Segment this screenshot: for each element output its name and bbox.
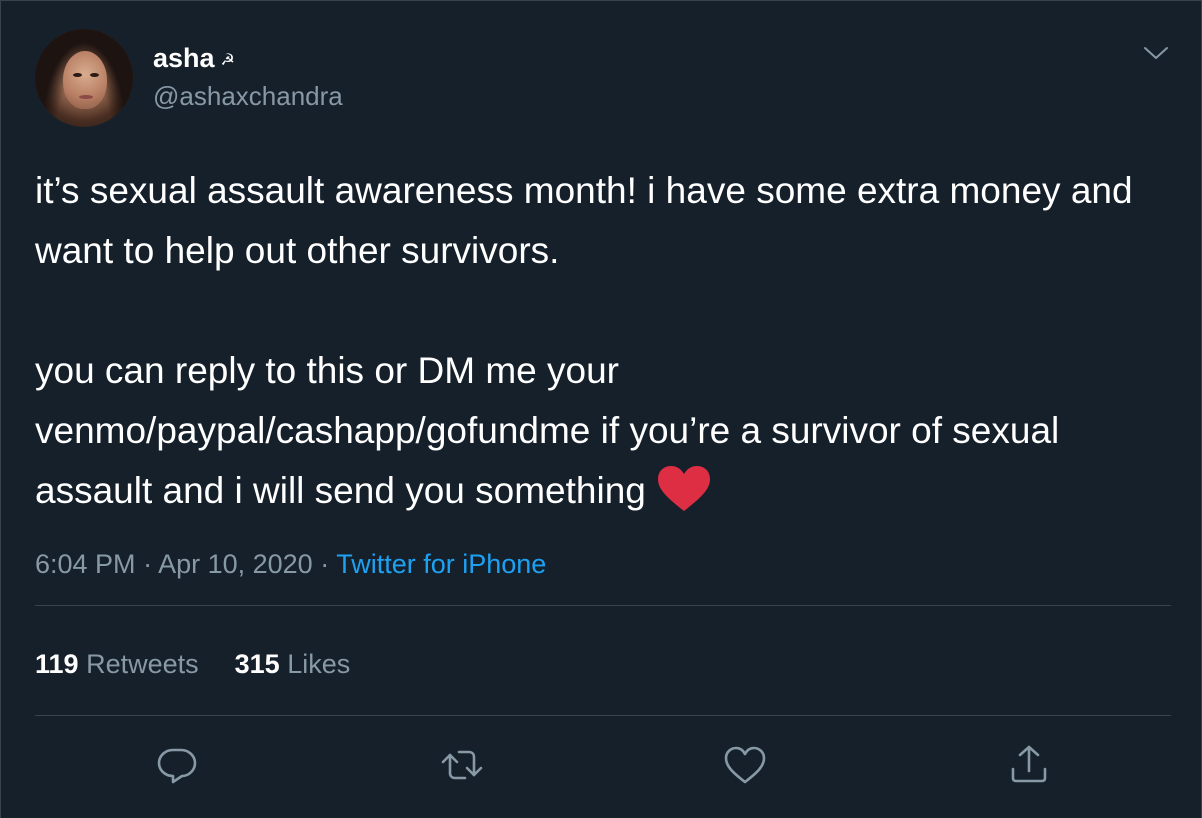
avatar-mouth [79, 95, 93, 99]
retweet-icon [441, 750, 483, 780]
tweet-meta: 6:04 PM · Apr 10, 2020 · Twitter for iPh… [35, 549, 546, 580]
divider [35, 605, 1171, 606]
avatar-face [63, 51, 107, 109]
tweet-source-link[interactable]: Twitter for iPhone [336, 549, 546, 579]
tweet-date[interactable]: Apr 10, 2020 [158, 549, 313, 579]
tweet-body: it’s sexual assault awareness month! i h… [35, 170, 1133, 511]
tweet-actions [1, 741, 1201, 795]
avatar[interactable] [35, 29, 133, 127]
display-name-text: asha [153, 43, 215, 73]
retweets-stat[interactable]: 119 Retweets [35, 649, 199, 680]
chevron-down-icon[interactable] [1141, 41, 1171, 65]
likes-label: Likes [287, 649, 351, 679]
divider [35, 715, 1171, 716]
tweet-card: asha ☭ @ashaxchandra it’s sexual assault … [0, 0, 1202, 818]
tweet-header: asha ☭ @ashaxchandra [1, 1, 1201, 141]
red-heart-emoji-icon [656, 465, 712, 513]
like-button[interactable] [721, 741, 769, 789]
tweet-stats: 119 Retweets 315 Likes [35, 649, 386, 680]
meta-separator: · [135, 549, 159, 579]
reply-icon [157, 748, 197, 784]
avatar-eye-right [90, 73, 99, 77]
retweet-button[interactable] [438, 741, 486, 789]
retweets-count: 119 [35, 649, 79, 679]
tweet-time[interactable]: 6:04 PM [35, 549, 136, 579]
tweet-text: it’s sexual assault awareness month! i h… [35, 161, 1165, 521]
reply-button[interactable] [153, 741, 201, 789]
meta-separator: · [312, 549, 337, 579]
share-icon [1011, 745, 1047, 783]
retweets-label: Retweets [86, 649, 199, 679]
share-button[interactable] [1005, 741, 1053, 789]
avatar-eye-left [73, 73, 82, 77]
likes-stat[interactable]: 315 Likes [235, 649, 351, 680]
heart-icon [724, 746, 766, 784]
hammer-sickle-emoji-icon: ☭ [220, 52, 235, 69]
user-handle[interactable]: @ashaxchandra [153, 81, 343, 112]
likes-count: 315 [234, 649, 280, 679]
display-name[interactable]: asha ☭ [153, 43, 235, 74]
